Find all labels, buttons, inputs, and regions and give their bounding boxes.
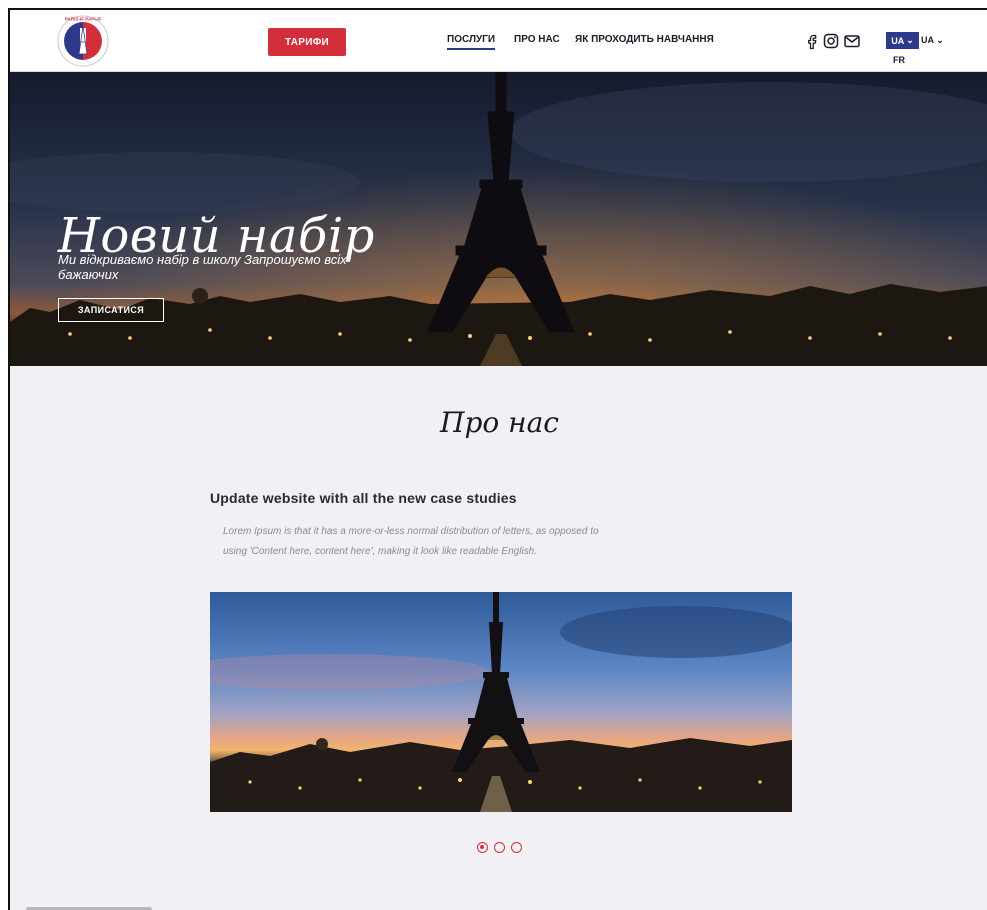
language-select[interactable]: UA ⌄ <box>921 35 944 46</box>
about-card-title: Update website with all the new case stu… <box>210 490 517 506</box>
about-slider-image <box>210 592 792 812</box>
instagram-icon[interactable] <box>822 32 840 50</box>
slider-dot-2[interactable] <box>494 842 505 853</box>
chevron-down-icon: ⌄ <box>906 35 914 45</box>
language-option-fr[interactable]: FR <box>893 55 905 65</box>
about-section-title: Про нас <box>440 406 559 439</box>
tariffs-button[interactable]: ТАРИФИ <box>268 28 346 56</box>
site-header: PARIS-IF PAPI-IF ТАРИФИ ПОСЛУГИ ПРО НАС … <box>10 10 987 72</box>
facebook-icon[interactable] <box>803 32 821 50</box>
nav-services[interactable]: ПОСЛУГИ <box>447 34 496 50</box>
about-card-description: Lorem Ipsum is that it has a more-or-les… <box>223 526 599 557</box>
school-logo[interactable]: PARIS-IF PAPI-IF <box>56 14 110 68</box>
hero-banner: Новий набір Ми відкриваємо набір в школу… <box>10 72 987 366</box>
nav-about[interactable]: ПРО НАС <box>514 34 560 45</box>
slider-dot-3[interactable] <box>511 842 522 853</box>
language-current-label: UA <box>891 35 905 46</box>
chevron-down-icon: ⌄ <box>936 35 944 45</box>
slider-pagination <box>477 842 522 853</box>
enroll-button[interactable]: ЗАПИСАТИСЯ <box>58 298 164 322</box>
svg-text:PARIS-IF PAPI-IF: PARIS-IF PAPI-IF <box>65 17 102 22</box>
hero-subtitle: Ми відкриваємо набір в школу Запрошуємо … <box>58 252 347 282</box>
browser-viewport: PARIS-IF PAPI-IF ТАРИФИ ПОСЛУГИ ПРО НАС … <box>8 8 987 910</box>
nav-how-to-study[interactable]: ЯК ПРОХОДИТЬ НАВЧАННЯ <box>575 34 714 45</box>
language-current[interactable]: UA ⌄ <box>886 32 919 49</box>
mail-icon[interactable] <box>843 32 861 50</box>
language-select-label: UA <box>921 35 934 45</box>
slider-dot-1[interactable] <box>477 842 488 853</box>
